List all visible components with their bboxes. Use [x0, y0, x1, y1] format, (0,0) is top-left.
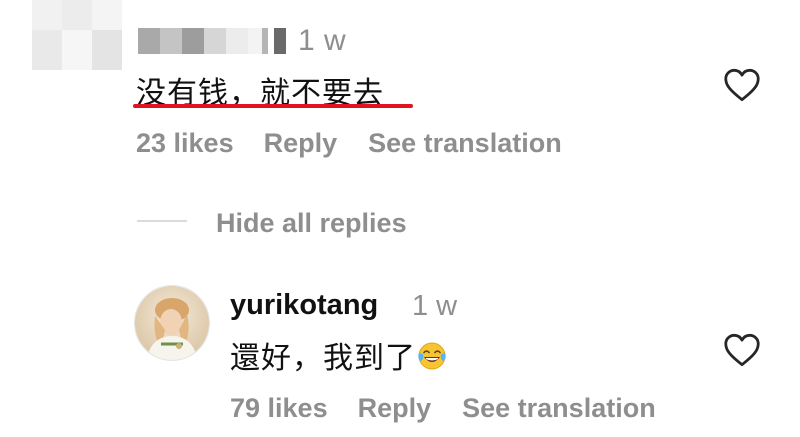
reply-button[interactable]: Reply: [358, 393, 432, 424]
comment-time: 1 w: [298, 24, 347, 57]
replies-divider: [137, 220, 187, 222]
highlight-underline: [133, 104, 413, 108]
likes-count[interactable]: 79 likes: [230, 393, 328, 424]
likes-count[interactable]: 23 likes: [136, 128, 234, 159]
see-translation-button[interactable]: See translation: [462, 393, 656, 424]
reply-button[interactable]: Reply: [264, 128, 338, 159]
blurred-username[interactable]: [138, 28, 288, 54]
reply-actions: 79 likes Reply See translation: [230, 393, 656, 424]
reply-text: 還好，我到了: [230, 341, 416, 376]
blurred-avatar[interactable]: [32, 0, 122, 70]
heart-outline-icon[interactable]: [723, 333, 761, 367]
hide-replies-button[interactable]: Hide all replies: [216, 208, 407, 239]
reply-text-row: 還好，我到了: [230, 333, 448, 377]
reply-username[interactable]: yurikotang: [230, 289, 378, 322]
user-photo: [135, 286, 209, 360]
see-translation-button[interactable]: See translation: [368, 128, 562, 159]
face-with-tears-of-joy-icon: [418, 342, 446, 370]
heart-outline-icon[interactable]: [723, 68, 761, 102]
comment-actions: 23 likes Reply See translation: [136, 128, 562, 159]
avatar[interactable]: [134, 285, 210, 361]
comments-thread: 1 w 没有钱，就不要去 23 likes Reply See translat…: [0, 0, 800, 437]
reply-time: 1 w: [412, 290, 458, 322]
